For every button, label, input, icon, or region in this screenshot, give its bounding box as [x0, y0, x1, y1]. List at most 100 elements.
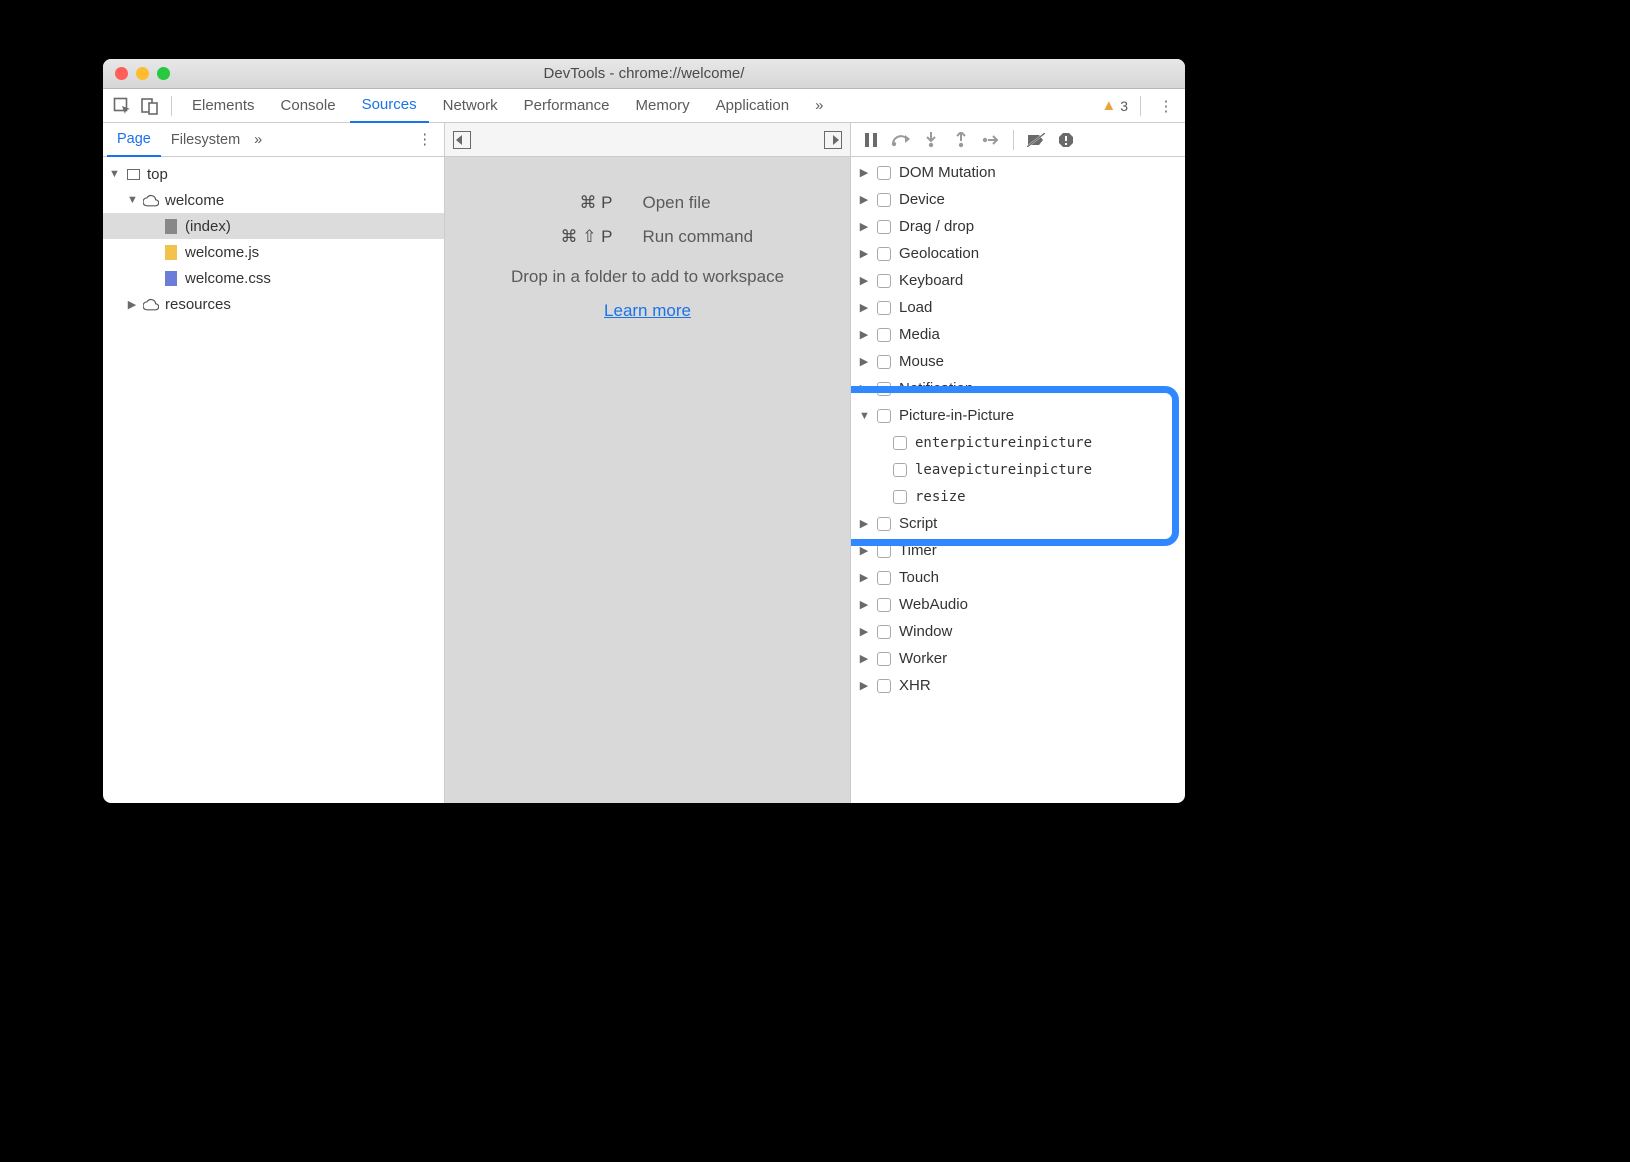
learn-more-link[interactable]: Learn more	[604, 301, 691, 321]
close-window-button[interactable]	[115, 67, 128, 80]
breakpoint-category[interactable]: ▶WebAudio	[851, 591, 1185, 618]
breakpoint-category[interactable]: ▶ Keyboard	[851, 267, 1185, 294]
pause-icon[interactable]	[861, 131, 881, 149]
category-label: Drag / drop	[899, 218, 974, 235]
step-out-icon[interactable]	[951, 131, 971, 149]
subtabs-overflow[interactable]: »	[254, 132, 262, 148]
category-label: WebAudio	[899, 596, 968, 613]
checkbox[interactable]	[893, 490, 907, 504]
editor-placeholder: ⌘ P Open file ⌘ ⇧ P Run command Drop in …	[445, 157, 850, 803]
disclosure-triangle-icon: ▶	[859, 274, 869, 287]
checkbox[interactable]	[877, 571, 891, 585]
drop-hint: Drop in a folder to add to workspace	[511, 267, 784, 287]
toolbar-separator	[171, 96, 172, 116]
pause-on-exceptions-icon[interactable]	[1056, 131, 1076, 149]
disclosure-triangle-icon: ▶	[859, 166, 869, 179]
checkbox[interactable]	[877, 544, 891, 558]
breakpoint-category[interactable]: ▶Geolocation	[851, 240, 1185, 267]
warnings-badge[interactable]: ▲ 3	[1101, 97, 1128, 114]
breakpoint-category[interactable]: ▶Touch	[851, 564, 1185, 591]
breakpoint-category[interactable]: ▶Timer	[851, 537, 1185, 564]
checkbox[interactable]	[877, 247, 891, 261]
subtab-page[interactable]: Page	[107, 123, 161, 157]
breakpoint-event[interactable]: resize	[851, 483, 1185, 510]
zoom-window-button[interactable]	[157, 67, 170, 80]
minimize-window-button[interactable]	[136, 67, 149, 80]
checkbox[interactable]	[877, 193, 891, 207]
tree-item-resources[interactable]: ▶ resources	[103, 291, 444, 317]
category-label: Keyboard	[899, 272, 963, 289]
category-label: Mouse	[899, 353, 944, 370]
device-toolbar-icon[interactable]	[137, 93, 163, 119]
tabs-overflow[interactable]: »	[803, 89, 835, 123]
breakpoint-category[interactable]: ▶Drag / drop	[851, 213, 1185, 240]
disclosure-triangle-icon: ▶	[859, 679, 869, 692]
breakpoint-event[interactable]: leavepictureinpicture	[851, 456, 1185, 483]
tab-memory[interactable]: Memory	[624, 89, 702, 123]
checkbox[interactable]	[877, 274, 891, 288]
tab-application[interactable]: Application	[704, 89, 801, 123]
tree-item-index[interactable]: (index)	[103, 213, 444, 239]
breakpoint-category[interactable]: ▶Script	[851, 510, 1185, 537]
disclosure-triangle-icon: ▼	[127, 194, 137, 206]
step-icon[interactable]	[981, 131, 1001, 149]
checkbox[interactable]	[893, 463, 907, 477]
tab-network[interactable]: Network	[431, 89, 510, 123]
breakpoint-category[interactable]: ▶Worker	[851, 645, 1185, 672]
tree-item-welcome-js[interactable]: welcome.js	[103, 239, 444, 265]
step-over-icon[interactable]	[891, 131, 911, 149]
disclosure-triangle-icon: ▼	[859, 410, 869, 422]
editor-toolbar	[445, 123, 850, 157]
tab-sources[interactable]: Sources	[350, 89, 429, 123]
hint-label: Run command	[643, 227, 803, 247]
checkbox[interactable]	[877, 517, 891, 531]
checkbox[interactable]	[877, 598, 891, 612]
breakpoint-category[interactable]: ▶ Mouse	[851, 348, 1185, 375]
checkbox[interactable]	[877, 652, 891, 666]
subtab-filesystem[interactable]: Filesystem	[161, 123, 250, 157]
deactivate-breakpoints-icon[interactable]	[1026, 131, 1046, 149]
breakpoint-category[interactable]: ▶XHR	[851, 672, 1185, 699]
show-navigator-icon[interactable]	[453, 131, 471, 149]
navigator-tabs: Page Filesystem » ⋮	[103, 123, 444, 157]
tree-item-top[interactable]: ▼ top	[103, 161, 444, 187]
step-into-icon[interactable]	[921, 131, 941, 149]
file-tree: ▼ top ▼ welcome (index) welcome.js	[103, 157, 444, 803]
shortcut-label: ⌘ ⇧ P	[493, 227, 613, 247]
kebab-menu-icon[interactable]: ⋮	[1153, 93, 1179, 119]
checkbox[interactable]	[877, 301, 891, 315]
show-debugger-icon[interactable]	[824, 131, 842, 149]
checkbox[interactable]	[877, 220, 891, 234]
disclosure-triangle-icon: ▶	[859, 247, 869, 260]
disclosure-triangle-icon: ▶	[859, 355, 869, 368]
tree-label: (index)	[185, 218, 231, 235]
window-title: DevTools - chrome://welcome/	[103, 65, 1185, 82]
inspect-element-icon[interactable]	[109, 93, 135, 119]
tree-item-welcome-css[interactable]: welcome.css	[103, 265, 444, 291]
checkbox[interactable]	[877, 328, 891, 342]
category-label: Script	[899, 515, 937, 532]
checkbox[interactable]	[877, 382, 891, 396]
hint-run-command: ⌘ ⇧ P Run command	[493, 227, 803, 247]
checkbox[interactable]	[877, 355, 891, 369]
checkbox[interactable]	[877, 166, 891, 180]
breakpoint-category[interactable]: ▶Notification	[851, 375, 1185, 402]
checkbox[interactable]	[877, 409, 891, 423]
category-label: Notification	[899, 380, 973, 397]
breakpoint-event[interactable]: enterpictureinpicture	[851, 429, 1185, 456]
breakpoint-category[interactable]: ▶ DOM Mutation	[851, 159, 1185, 186]
tab-console[interactable]: Console	[269, 89, 348, 123]
breakpoint-category-pip[interactable]: ▼ Picture-in-Picture	[851, 402, 1185, 429]
checkbox[interactable]	[877, 679, 891, 693]
tab-performance[interactable]: Performance	[512, 89, 622, 123]
tree-item-welcome[interactable]: ▼ welcome	[103, 187, 444, 213]
checkbox[interactable]	[893, 436, 907, 450]
checkbox[interactable]	[877, 625, 891, 639]
navigator-menu-icon[interactable]: ⋮	[410, 132, 441, 148]
breakpoint-category[interactable]: ▶Device	[851, 186, 1185, 213]
tab-elements[interactable]: Elements	[180, 89, 267, 123]
breakpoint-category[interactable]: ▶Window	[851, 618, 1185, 645]
breakpoint-category[interactable]: ▶Media	[851, 321, 1185, 348]
breakpoint-category[interactable]: ▶Load	[851, 294, 1185, 321]
category-label: DOM Mutation	[899, 164, 996, 181]
